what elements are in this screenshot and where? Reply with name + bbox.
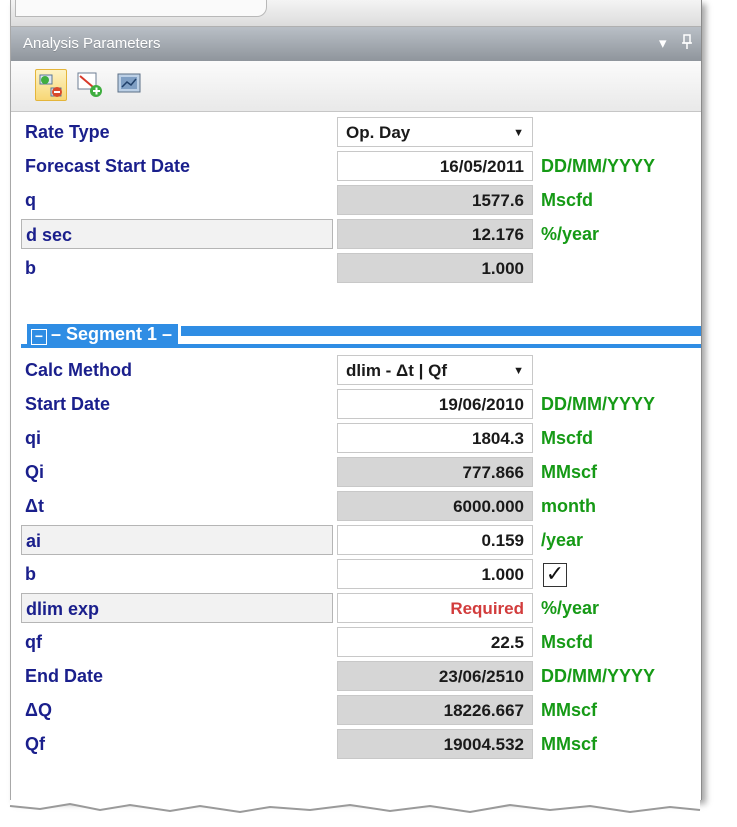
cumulative-qi-label: Qi — [25, 462, 45, 482]
calc-method-value: dlim - Δt | Qf — [346, 361, 448, 380]
end-date-value: 23/06/2510 — [337, 661, 533, 691]
pin-icon[interactable] — [681, 34, 693, 54]
segment-bar-line — [181, 326, 701, 336]
dropdown-arrow-icon[interactable]: ▾ — [659, 34, 667, 52]
cumulative-qf-unit: MMscf — [541, 734, 598, 754]
qi-unit: Mscfd — [541, 428, 594, 448]
segment-1-title-group: − – Segment 1 – — [27, 324, 179, 345]
end-date-unit: DD/MM/YYYY — [541, 666, 656, 686]
chevron-down-icon[interactable]: ▼ — [513, 118, 524, 148]
panel-title: Analysis Parameters — [23, 35, 161, 52]
ai-input[interactable]: 0.159 — [337, 525, 533, 555]
forecast-start-date-input[interactable]: 16/05/2011 — [337, 151, 533, 181]
panel-titlebar: Analysis Parameters ▾ — [11, 27, 701, 61]
top-tab-strip — [11, 0, 701, 27]
delta-q-label: ΔQ — [25, 700, 52, 720]
q-value: 1577.6 — [337, 185, 533, 215]
rate-type-select[interactable]: Op. Day ▼ — [337, 117, 533, 147]
segment-bar-underline — [21, 344, 701, 348]
ai-unit: /year — [541, 530, 584, 550]
cumulative-qf-value: 19004.532 — [337, 729, 533, 759]
segment-1-header: − – Segment 1 – — [21, 322, 701, 352]
delta-t-value: 6000.000 — [337, 491, 533, 521]
delta-q-value: 18226.667 — [337, 695, 533, 725]
dlim-exp-unit: %/year — [541, 598, 600, 618]
b-label: b — [25, 258, 36, 278]
start-date-unit: DD/MM/YYYY — [541, 394, 656, 414]
chart-view-icon[interactable] — [115, 69, 145, 99]
add-segment-icon[interactable] — [75, 69, 105, 99]
document-tab[interactable] — [15, 0, 267, 17]
collapse-toggle-icon[interactable]: − — [31, 329, 47, 345]
b-fixed-checkbox[interactable]: ✓ — [543, 563, 567, 587]
ai-label: ai — [21, 525, 333, 555]
qf-unit: Mscfd — [541, 632, 594, 652]
qf-label: qf — [25, 632, 42, 652]
q-unit: Mscfd — [541, 190, 594, 210]
segment-b-input[interactable]: 1.000 — [337, 559, 533, 589]
segment-b-label: b — [25, 564, 36, 584]
qi-label: qi — [25, 428, 41, 448]
forecast-start-date-unit: DD/MM/YYYY — [541, 156, 656, 176]
start-date-label: Start Date — [25, 394, 111, 414]
qf-input[interactable]: 22.5 — [337, 627, 533, 657]
chevron-down-icon[interactable]: ▼ — [513, 356, 524, 386]
qi-input[interactable]: 1804.3 — [337, 423, 533, 453]
delta-t-label: Δt — [25, 496, 44, 516]
delta-t-unit: month — [541, 496, 596, 516]
torn-edge-decoration — [9, 800, 701, 814]
cumulative-qi-value: 777.866 — [337, 457, 533, 487]
d-sec-label: d sec — [21, 219, 333, 249]
calc-method-select[interactable]: dlim - Δt | Qf ▼ — [337, 355, 533, 385]
end-date-label: End Date — [25, 666, 104, 686]
dlim-exp-label: dlim exp — [21, 593, 333, 623]
cumulative-qi-unit: MMscf — [541, 462, 598, 482]
d-sec-value: 12.176 — [337, 219, 533, 249]
analysis-parameters-panel: Analysis Parameters ▾ Rate Type Op. Day … — [10, 0, 702, 800]
b-value: 1.000 — [337, 253, 533, 283]
dlim-exp-input[interactable]: Required — [337, 593, 533, 623]
segment-1-title: – Segment 1 – — [51, 324, 173, 344]
rate-type-label: Rate Type — [25, 122, 110, 142]
d-sec-unit: %/year — [541, 224, 600, 244]
rate-type-value: Op. Day — [346, 123, 411, 142]
calc-method-label: Calc Method — [25, 360, 133, 380]
panel-toolbar — [11, 61, 701, 112]
delta-q-unit: MMscf — [541, 700, 598, 720]
q-label: q — [25, 190, 36, 210]
start-date-input[interactable]: 19/06/2010 — [337, 389, 533, 419]
forecast-start-date-label: Forecast Start Date — [25, 156, 191, 176]
cumulative-qf-label: Qf — [25, 734, 45, 754]
add-remove-segment-icon[interactable] — [35, 69, 67, 101]
